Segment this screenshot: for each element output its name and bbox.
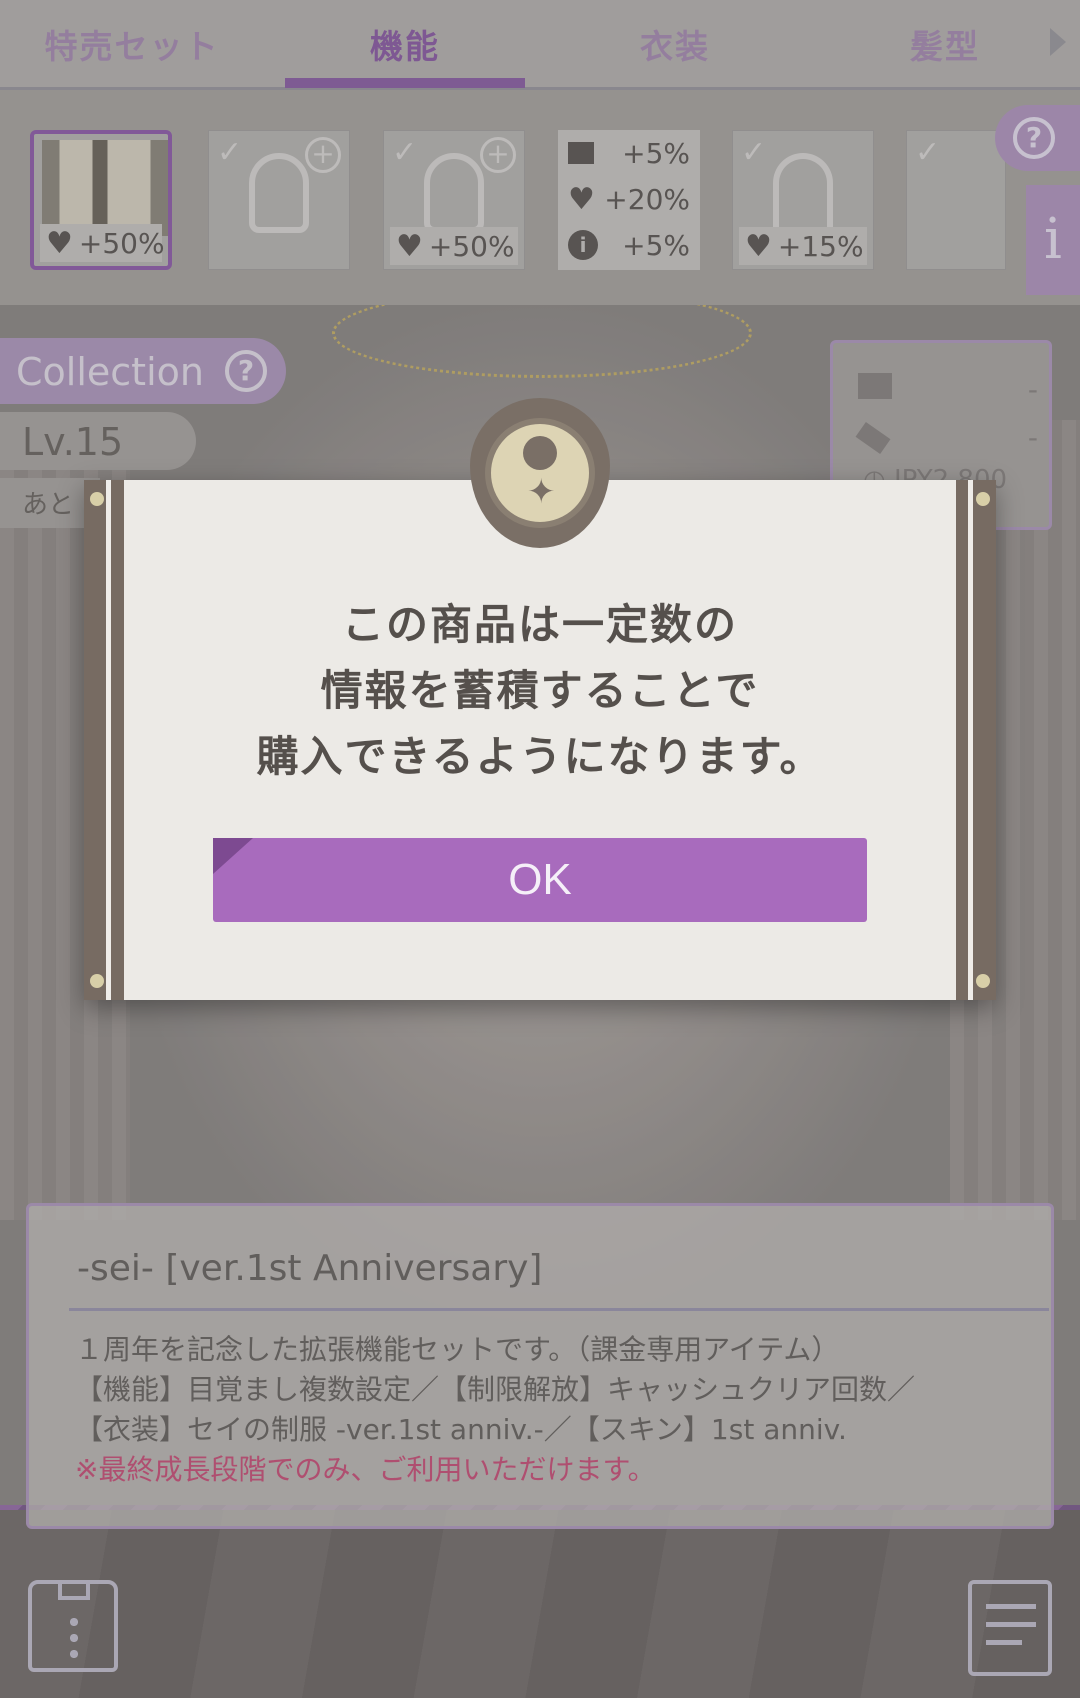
rod-knob <box>976 974 990 988</box>
dialog-message: この商品は一定数の 情報を蓄積することで 購入できるようになります。 <box>144 592 936 790</box>
crest-inner: ✦ <box>485 418 595 528</box>
scroll-rod-right <box>956 480 996 1000</box>
dialog-message-line: 購入できるようになります。 <box>256 732 824 781</box>
button-corner-decoration <box>213 838 253 874</box>
dialog-message-line: 情報を蓄積することで <box>320 666 760 715</box>
scroll-rod-left <box>84 480 124 1000</box>
rod-stripe <box>106 480 111 1000</box>
ok-button-label: OK <box>508 855 572 904</box>
rod-knob <box>90 974 104 988</box>
rod-knob <box>976 492 990 506</box>
crest-dot <box>523 436 557 470</box>
dialog-message-line: この商品は一定数の <box>341 600 738 649</box>
notice-dialog: この商品は一定数の 情報を蓄積することで 購入できるようになります。 OK <box>84 480 996 1000</box>
rod-stripe <box>968 480 973 1000</box>
rod-knob <box>90 492 104 506</box>
ok-button[interactable]: OK <box>213 838 867 922</box>
star-icon: ✦ <box>527 472 556 512</box>
